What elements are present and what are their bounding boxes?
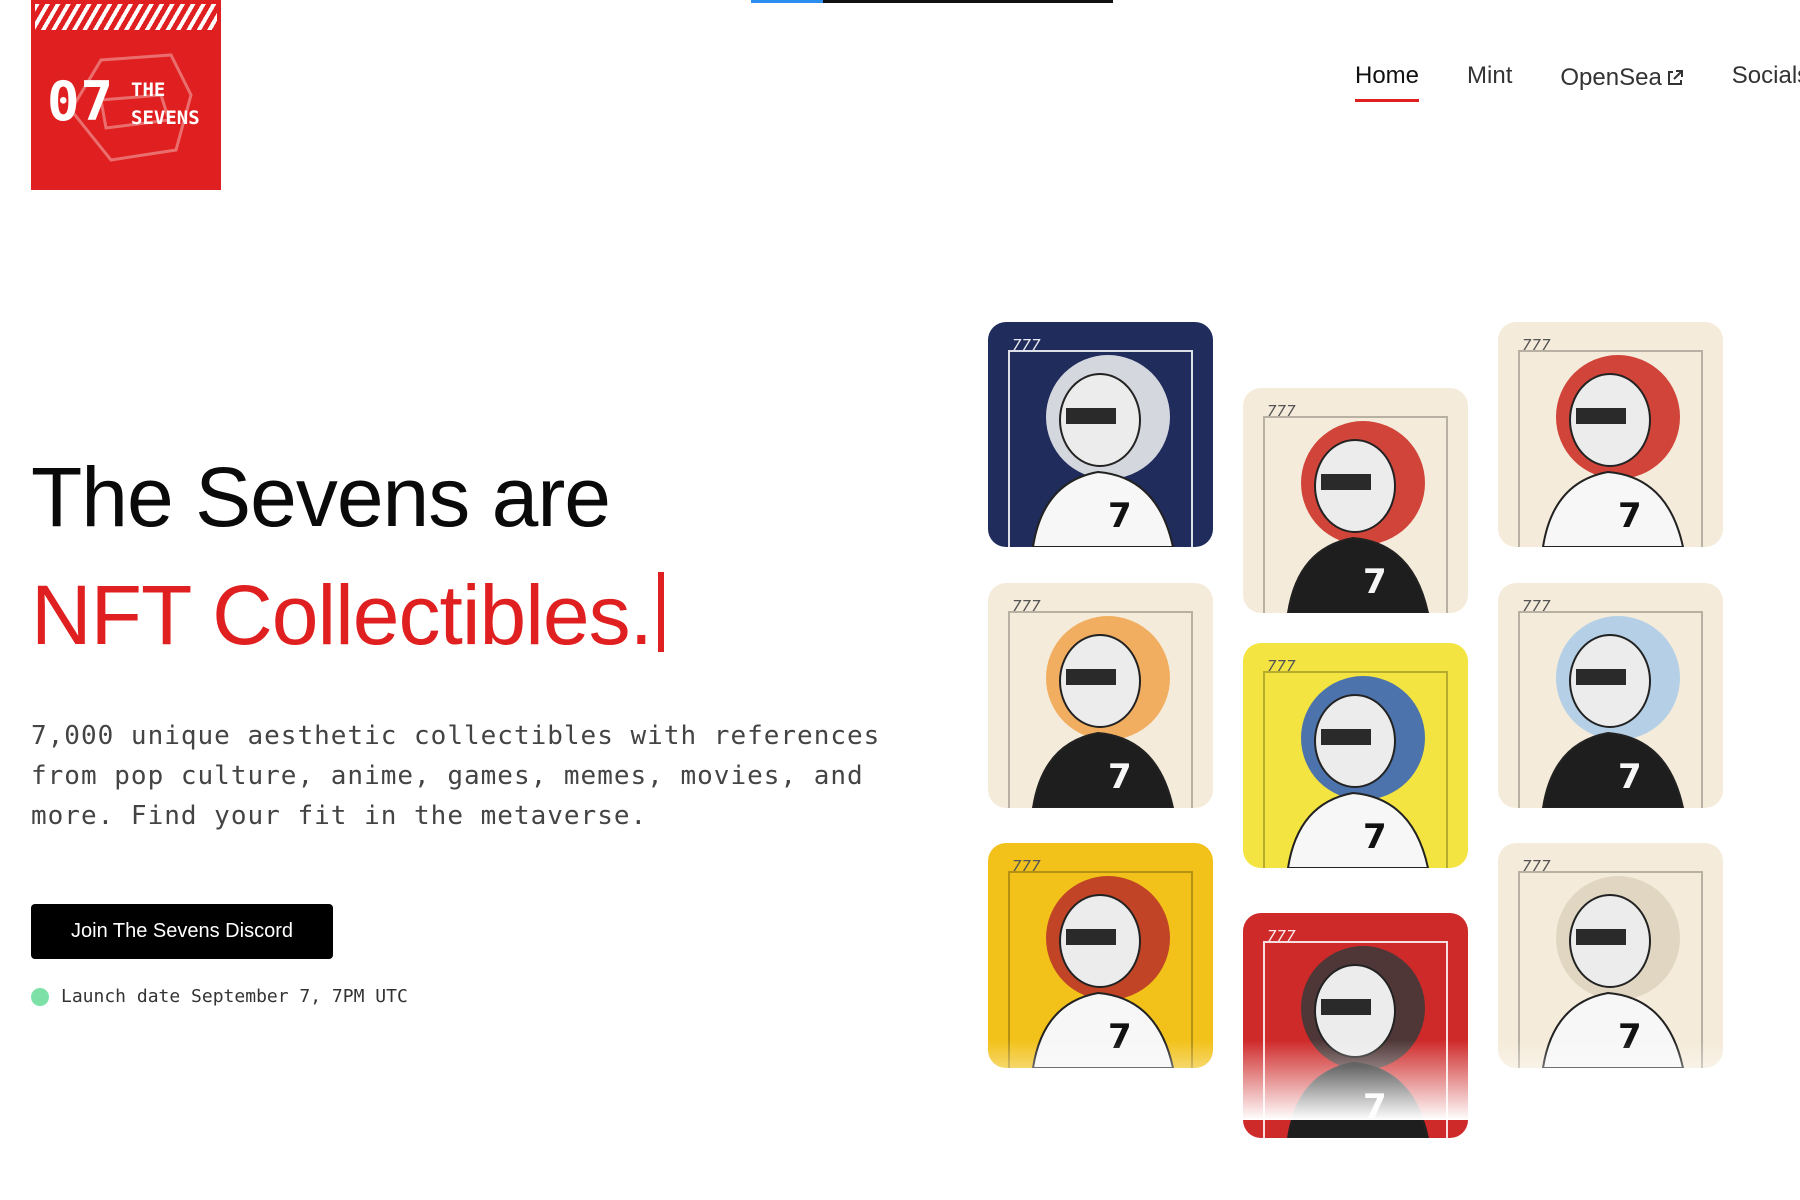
launch-date-text: Launch date September 7, 7PM UTC (61, 986, 408, 1007)
site-logo[interactable]: 07 THE SEVENS (31, 0, 221, 190)
join-discord-button[interactable]: Join The Sevens Discord (31, 904, 333, 959)
nft-card[interactable]: 7777 (988, 843, 1213, 1068)
shiba-head-icon: 7 (1031, 616, 1175, 808)
nav-mint-label: Mint (1467, 62, 1513, 89)
logo-number: 07 (47, 70, 115, 133)
nav-mint[interactable]: Mint (1467, 62, 1512, 90)
svg-text:7: 7 (1363, 817, 1387, 857)
nav-socials-label: Socials (1731, 62, 1800, 89)
nft-card[interactable]: 7777 (1243, 643, 1468, 868)
status-dot-icon (31, 987, 49, 1006)
typing-cursor (657, 572, 664, 652)
logo-name: THE SEVENS (131, 76, 221, 132)
external-link-icon (1667, 70, 1683, 85)
kitsune-mask-icon: 7 (1286, 676, 1430, 868)
svg-text:7: 7 (1108, 496, 1132, 536)
nav-socials[interactable]: Socials (1732, 62, 1800, 90)
launch-info: Launch date September 7, 7PM UTC (31, 986, 408, 1007)
nft-card[interactable]: 7777 (1498, 583, 1723, 808)
gas-mask-icon: 7 (1286, 421, 1430, 613)
nft-card[interactable]: 7777 (1498, 843, 1723, 1068)
nav-opensea-label: OpenSea (1560, 64, 1662, 91)
nav-home-label: Home (1355, 62, 1420, 89)
logo-name-line1: THE (131, 79, 166, 101)
svg-text:7: 7 (1618, 757, 1642, 797)
logo-name-line2: SEVENS (131, 107, 200, 129)
progress-fill (751, 0, 823, 3)
skull-icon: 7 (1541, 355, 1685, 547)
main-nav: Home Mint OpenSea Socials (1355, 62, 1800, 102)
kitsune-mask-icon: 7 (1031, 355, 1175, 547)
hero-headline-line1: The Sevens are (31, 450, 611, 544)
gallery-bottom-fade (960, 1040, 1740, 1120)
svg-text:7: 7 (1108, 757, 1132, 797)
nav-opensea[interactable]: OpenSea (1560, 64, 1683, 92)
crow-helmet-icon: 7 (1031, 876, 1175, 1068)
nft-card[interactable]: 7777 (988, 583, 1213, 808)
hero-headline-line2: NFT Collectibles. (31, 572, 664, 657)
hero-headline-highlight: NFT Collectibles. (31, 568, 653, 662)
gallery-top-fade (1220, 300, 1470, 360)
helmet-icon: 7 (1541, 616, 1685, 808)
nft-card[interactable]: 7777 (988, 322, 1213, 547)
svg-text:7: 7 (1363, 562, 1387, 602)
nft-card[interactable]: 7777 (1243, 388, 1468, 613)
svg-text:7: 7 (1618, 496, 1642, 536)
hero-description: 7,000 unique aesthetic collectibles with… (31, 721, 881, 831)
nav-home[interactable]: Home (1355, 62, 1420, 102)
logo-stripes (35, 4, 217, 30)
nft-card[interactable]: 7777 (1498, 322, 1723, 547)
cap-mask-icon: 7 (1541, 876, 1685, 1068)
page-scroll-progress (751, 0, 1113, 3)
